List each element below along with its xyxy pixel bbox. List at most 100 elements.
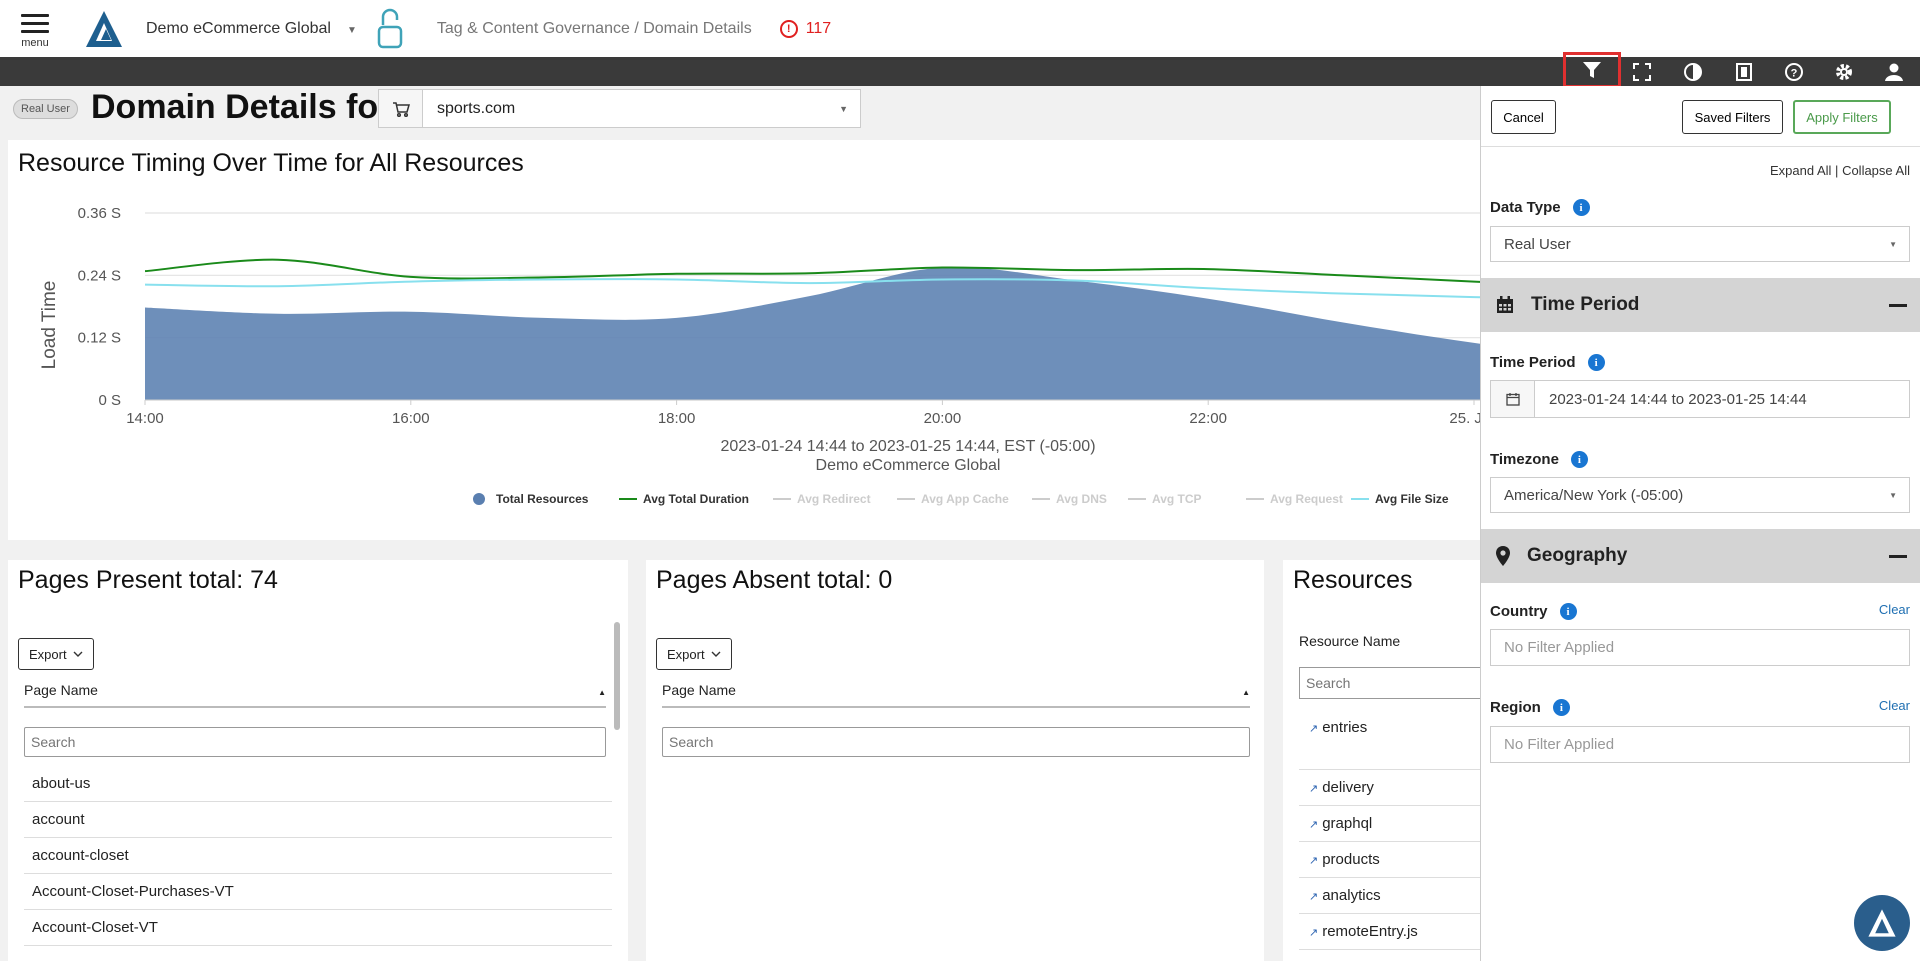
page-name-column-header[interactable]: Page Name ▲	[24, 682, 606, 708]
settings-button[interactable]	[1818, 59, 1870, 84]
timezone-value: America/New York (-05:00)	[1504, 486, 1684, 504]
legend-item[interactable]: Avg File Size	[1351, 492, 1449, 506]
film-button[interactable]	[1718, 59, 1770, 84]
export-button[interactable]: Export	[656, 638, 732, 670]
fullscreen-icon	[1633, 62, 1651, 81]
timezone-select[interactable]: America/New York (-05:00) ▼	[1490, 477, 1910, 513]
pages-present-panel: Pages Present total: 74 Export Page Name…	[8, 560, 628, 961]
saved-filters-button[interactable]: Saved Filters	[1682, 100, 1783, 134]
pages-present-list: about-us account account-closet Account-Clo…	[24, 766, 612, 946]
list-item[interactable]: about-us	[24, 766, 612, 802]
apply-filters-button[interactable]: Apply Filters	[1793, 100, 1891, 134]
breadcrumb: Tag & Content Governance / Domain Detail…	[436, 19, 752, 37]
resource-name: graphql	[1322, 815, 1373, 832]
account-dropdown-icon[interactable]: ▼	[347, 25, 357, 36]
account-name: Demo eCommerce Global	[146, 19, 331, 37]
info-icon[interactable]: i	[1552, 699, 1570, 716]
series-area-0[interactable]	[145, 267, 1488, 400]
resource-name-column-header[interactable]: Resource Name	[1299, 633, 1400, 649]
expand-all-link[interactable]: Expand All	[1770, 163, 1831, 178]
legend-item[interactable]: Avg Request	[1246, 492, 1343, 506]
page-name-column-header[interactable]: Page Name ▲	[662, 682, 1250, 708]
region-clear-link[interactable]: Clear	[1879, 698, 1910, 713]
data-type-select[interactable]: Real User ▼	[1490, 226, 1910, 262]
hamburger-icon	[21, 9, 49, 38]
info-icon[interactable]: i	[1587, 354, 1605, 371]
unlock-icon[interactable]	[375, 7, 405, 51]
collapse-icon	[1889, 554, 1907, 558]
page-search-input[interactable]	[24, 727, 606, 757]
domain-value: sports.com	[437, 99, 516, 117]
pages-absent-title: Pages Absent total: 0	[656, 566, 893, 594]
info-icon[interactable]: i	[1570, 451, 1588, 468]
list-item[interactable]: Account-Closet-Purchases-VT	[24, 874, 612, 910]
time-period-field[interactable]: 2023-01-24 14:44 to 2023-01-25 14:44	[1490, 380, 1910, 418]
y-tick-label: 0 S	[98, 392, 121, 409]
domain-select[interactable]: sports.com ▼	[378, 89, 861, 128]
resource-search-input[interactable]	[1299, 667, 1480, 699]
y-tick-label: 0.24 S	[78, 267, 121, 284]
time-period-label-text: Time Period	[1490, 354, 1576, 371]
resources-panel: Resources Resource Name ↗entries↗deliver…	[1283, 560, 1480, 961]
fullscreen-button[interactable]	[1616, 59, 1668, 84]
help-icon: ?	[1785, 62, 1803, 81]
chart-date-range: 2023-01-24 14:44 to 2023-01-25 14:44, ES…	[720, 438, 1095, 455]
x-tick-label: 14:00	[126, 410, 164, 427]
scrollbar[interactable]	[614, 622, 620, 730]
contrast-button[interactable]	[1667, 59, 1719, 84]
country-filter-field[interactable]: No Filter Applied	[1490, 629, 1910, 666]
timezone-label: Timezone i	[1490, 451, 1588, 468]
legend-item[interactable]: Avg Total Duration	[619, 492, 749, 506]
filter-button[interactable]	[1563, 52, 1621, 88]
export-label: Export	[667, 646, 705, 662]
list-item[interactable]: account-closet	[24, 838, 612, 874]
list-item[interactable]: account	[24, 802, 612, 838]
info-icon[interactable]: i	[1572, 199, 1590, 216]
region-label-text: Region	[1490, 699, 1541, 716]
legend-item[interactable]: Avg TCP	[1128, 492, 1202, 506]
page-search-input[interactable]	[662, 727, 1250, 757]
legend-item[interactable]: Avg Redirect	[773, 492, 871, 506]
menu-button[interactable]: menu	[0, 0, 70, 57]
legend-item[interactable]: Total Resources	[473, 492, 589, 506]
list-item[interactable]: Account-Closet-VT	[24, 910, 612, 946]
collapse-all-link[interactable]: Collapse All	[1842, 163, 1910, 178]
list-item[interactable]: ↗ analytics	[1299, 878, 1480, 914]
list-item[interactable]: ↗ remoteEntry.js	[1299, 914, 1480, 950]
alert-indicator[interactable]: ! 117	[779, 19, 831, 38]
data-type-label: Data Type i	[1490, 199, 1590, 216]
list-item[interactable]: ↗ graphql	[1299, 806, 1480, 842]
country-clear-link[interactable]: Clear	[1879, 602, 1910, 617]
page-title: Domain Details for	[91, 88, 392, 126]
list-item[interactable]: ↗ products	[1299, 842, 1480, 878]
chevron-down-icon: ▼	[839, 103, 848, 114]
list-item[interactable]: ↗ entries	[1299, 710, 1480, 770]
geography-section-header[interactable]: Geography	[1481, 529, 1920, 583]
legend-marker	[473, 493, 485, 505]
chevron-down-icon: ▼	[1889, 239, 1897, 249]
resources-list: ↗ entries ↗ delivery ↗ graphql ↗ products ↗ analy…	[1299, 710, 1480, 950]
region-label: Region i	[1490, 699, 1570, 716]
help-button[interactable]: ?	[1768, 59, 1820, 84]
filter-icon	[1583, 62, 1601, 78]
user-button[interactable]	[1868, 59, 1920, 84]
svg-text:?: ?	[1791, 67, 1798, 79]
gear-icon	[1836, 63, 1852, 80]
top-header: menu Demo eCommerce Global ▼ Tag & Conte…	[0, 0, 1920, 57]
export-label: Export	[29, 646, 67, 662]
resource-timing-chart: 0 S 0.12 S 0.24 S 0.36 S Load Time 14:00 16:00…	[39, 205, 1488, 506]
info-icon[interactable]: i	[1559, 603, 1577, 620]
column-label: Page Name	[24, 682, 98, 698]
list-item[interactable]: ↗ delivery	[1299, 770, 1480, 806]
legend-item[interactable]: Avg DNS	[1032, 492, 1107, 506]
country-label: Country i	[1490, 603, 1577, 620]
time-period-section-header[interactable]: Time Period	[1481, 278, 1920, 332]
x-tick-label: 20:00	[924, 410, 962, 427]
chart-panel: Resource Timing Over Time for All Resour…	[8, 140, 1488, 540]
legend-item[interactable]: Avg App Cache	[897, 492, 1009, 506]
assistant-button[interactable]	[1854, 895, 1910, 951]
legend-label: Avg Request	[1270, 492, 1343, 506]
cancel-button[interactable]: Cancel	[1491, 100, 1556, 134]
region-filter-field[interactable]: No Filter Applied	[1490, 726, 1910, 763]
export-button[interactable]: Export	[18, 638, 94, 670]
